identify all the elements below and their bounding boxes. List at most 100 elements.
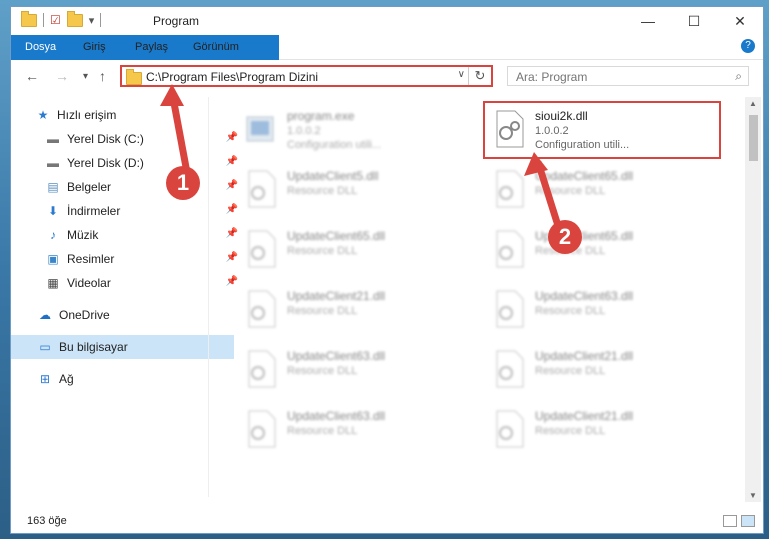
dll-file-icon: [496, 290, 524, 328]
drive-icon: ▬: [47, 156, 59, 170]
properties-icon[interactable]: ☑: [50, 13, 61, 27]
navigation-bar: ← → ▾ ↑ C:\Program Files\Program Dizini …: [11, 60, 763, 92]
dll-file-icon: [496, 170, 524, 208]
sidebar-item-quick-access[interactable]: ★ Hızlı erişim: [11, 103, 232, 127]
file-item[interactable]: UpdateClient21.dll Resource DLL: [491, 405, 731, 459]
videos-icon: ▦: [47, 276, 59, 290]
close-button[interactable]: ✕: [717, 7, 763, 35]
file-name: UpdateClient63.dll: [287, 349, 386, 363]
scrollbar[interactable]: ▲ ▼: [745, 97, 761, 502]
file-item[interactable]: UpdateClient21.dll Resource DLL: [491, 345, 731, 399]
file-item[interactable]: program.exe 1.0.0.2 Configuration utili.…: [243, 105, 483, 159]
help-icon[interactable]: ?: [741, 39, 755, 53]
dll-file-icon: [496, 410, 524, 448]
title-bar: ☑ ▾ Program — ☐ ✕: [11, 7, 763, 35]
file-description: Resource DLL: [535, 305, 606, 317]
search-icon[interactable]: ⌕: [735, 69, 742, 84]
window-title: Program: [153, 14, 200, 28]
tiles-view-icon[interactable]: [741, 515, 755, 527]
item-count: 163 öğe: [27, 515, 67, 527]
customize-toolbar-icon[interactable]: ▾: [89, 14, 95, 27]
file-item[interactable]: UpdateClient5.dll Resource DLL: [243, 165, 483, 219]
sidebar-item-label: Belgeler: [67, 180, 112, 194]
star-icon: ★: [37, 108, 49, 122]
network-icon: ⊞: [39, 372, 51, 386]
music-icon: ♪: [50, 228, 56, 242]
dll-file-icon: [248, 350, 276, 388]
pictures-icon: ▣: [47, 252, 59, 266]
file-item[interactable]: UpdateClient63.dll Resource DLL: [243, 405, 483, 459]
sidebar-item-label: Videolar: [67, 276, 111, 290]
maximize-button[interactable]: ☐: [671, 7, 717, 35]
tab-share[interactable]: Paylaş: [123, 35, 180, 59]
tab-view[interactable]: Görünüm: [181, 35, 251, 59]
divider: [208, 97, 209, 497]
scroll-up-icon[interactable]: ▲: [749, 99, 757, 108]
search-box[interactable]: ⌕: [507, 66, 749, 86]
search-input[interactable]: [514, 69, 718, 85]
new-folder-icon[interactable]: [66, 10, 83, 27]
documents-icon: ▤: [47, 180, 59, 194]
sidebar-item-label: Hızlı erişim: [57, 108, 117, 122]
file-name: UpdateClient21.dll: [535, 409, 634, 423]
sidebar-item-label: Yerel Disk (C:): [67, 132, 144, 146]
address-bar[interactable]: C:\Program Files\Program Dizini ∨ ↻: [120, 65, 493, 87]
file-name: UpdateClient63.dll: [535, 289, 634, 303]
scroll-thumb[interactable]: [749, 115, 758, 161]
sidebar-item-this-pc[interactable]: ▭ Bu bilgisayar: [11, 335, 234, 359]
ribbon: Dosya Giriş Paylaş Görünüm ?: [11, 35, 763, 89]
address-path: C:\Program Files\Program Dizini: [146, 70, 319, 84]
file-description: Resource DLL: [287, 305, 358, 317]
dll-file-icon: [496, 230, 524, 268]
file-name: program.exe: [287, 109, 355, 123]
sidebar-item-label: Resimler: [67, 252, 115, 266]
dll-file-icon: [496, 350, 524, 388]
refresh-icon[interactable]: ↻: [468, 67, 491, 85]
chevron-down-icon[interactable]: ∨: [458, 69, 465, 80]
status-bar: 163 öğe: [11, 511, 763, 533]
sidebar-item-onedrive[interactable]: ☁ OneDrive: [11, 303, 234, 327]
file-description: Resource DLL: [287, 425, 358, 437]
file-description: Configuration utili...: [287, 139, 382, 151]
file-item[interactable]: UpdateClient63.dll Resource DLL: [243, 345, 483, 399]
cloud-icon: ☁: [39, 308, 51, 322]
minimize-button[interactable]: —: [625, 7, 671, 35]
dll-file-icon: [248, 230, 276, 268]
dll-file-icon: [248, 290, 276, 328]
file-item[interactable]: UpdateClient21.dll Resource DLL: [243, 285, 483, 339]
file-item[interactable]: UpdateClient65.dll Resource DLL: [491, 165, 731, 219]
sidebar-item-label: İndirmeler: [67, 204, 121, 218]
up-icon[interactable]: ↑: [99, 68, 106, 84]
divider: [100, 13, 102, 27]
explorer-window: ☑ ▾ Program — ☐ ✕ Dosya Giriş Paylaş Gör…: [10, 6, 764, 534]
divider: [43, 13, 44, 27]
file-description: Resource DLL: [535, 365, 606, 377]
file-description: Resource DLL: [287, 185, 358, 197]
file-description: Resource DLL: [535, 185, 606, 197]
file-name: UpdateClient21.dll: [287, 289, 386, 303]
folder-icon: [21, 10, 37, 27]
sidebar-item-network[interactable]: ⊞ Ağ: [11, 367, 234, 391]
folder-icon: [126, 69, 142, 85]
recent-locations-icon[interactable]: ▾: [83, 71, 88, 82]
back-icon[interactable]: ←: [25, 68, 39, 84]
drive-icon: ▬: [47, 132, 59, 146]
file-item[interactable]: UpdateClient65.dll Resource DLL: [491, 225, 731, 279]
exe-file-icon: [246, 116, 274, 142]
sidebar-item-label: Bu bilgisayar: [59, 340, 128, 354]
file-item[interactable]: UpdateClient65.dll Resource DLL: [243, 225, 483, 279]
sidebar-item-label: Yerel Disk (D:): [67, 156, 144, 170]
file-name: UpdateClient65.dll: [535, 169, 634, 183]
file-item[interactable]: UpdateClient63.dll Resource DLL: [491, 285, 731, 339]
file-name: UpdateClient21.dll: [535, 349, 634, 363]
file-description: Resource DLL: [535, 425, 606, 437]
details-view-icon[interactable]: [723, 515, 737, 527]
file-version: 1.0.0.2: [287, 125, 321, 137]
tab-home[interactable]: Giriş: [71, 35, 118, 59]
scroll-down-icon[interactable]: ▼: [749, 491, 757, 500]
dll-file-icon: [248, 170, 276, 208]
file-description: Resource DLL: [287, 245, 358, 257]
sidebar-item-label: OneDrive: [59, 308, 110, 322]
forward-icon[interactable]: →: [55, 68, 69, 84]
download-icon: ⬇: [47, 204, 59, 218]
